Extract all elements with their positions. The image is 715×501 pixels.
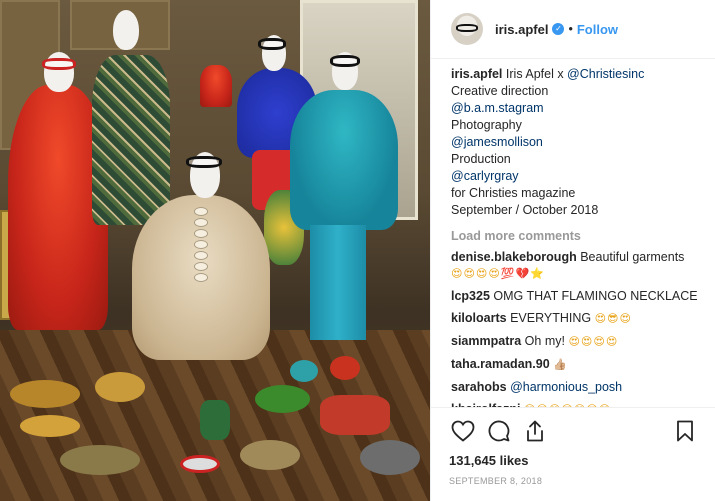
post-sidebar: iris.apfel ✓ • Follow iris.apfel Iris Ap…: [430, 0, 715, 501]
comment-text: Beautiful garments: [580, 250, 685, 264]
likes-count[interactable]: 131,645 likes: [449, 453, 699, 468]
post-date: SEPTEMBER 8, 2018: [449, 476, 543, 486]
comment-button[interactable]: [485, 417, 513, 445]
jewelry-piece: [330, 356, 360, 380]
comment-username[interactable]: denise.blakeborough: [451, 250, 577, 264]
caption-username[interactable]: iris.apfel: [451, 67, 502, 81]
bookmark-icon: [677, 420, 693, 442]
glasses-icon: [186, 156, 222, 168]
follow-button[interactable]: Follow: [577, 22, 618, 37]
cowrie-shell-necklace: [171, 205, 231, 295]
mention-link[interactable]: @Christiesinc: [567, 67, 644, 81]
author-username[interactable]: iris.apfel: [495, 22, 548, 37]
caption-line: Creative direction: [451, 84, 549, 98]
glasses-icon: [42, 58, 76, 70]
comment-text: EVERYTHING: [510, 311, 592, 325]
post-image[interactable]: [0, 0, 430, 501]
comments-list[interactable]: iris.apfel Iris Apfel x @Christiesinc Cr…: [431, 59, 715, 407]
comment-icon: [488, 420, 510, 442]
jewelry-piece: [60, 445, 140, 475]
jewelry-piece: [240, 440, 300, 470]
share-icon: [527, 420, 543, 442]
mention-link[interactable]: @harmonious_posh: [510, 380, 622, 394]
post-caption: iris.apfel Iris Apfel x @Christiesinc Cr…: [451, 66, 699, 219]
post-actions: 131,645 likes SEPTEMBER 8, 2018: [431, 407, 715, 501]
flamingo-necklace: [320, 395, 390, 435]
mention-link[interactable]: @b.a.m.stagram: [451, 101, 544, 115]
comment-emoji: 😍😍😍😍: [568, 335, 619, 348]
verified-badge-icon: ✓: [552, 23, 565, 35]
glasses-icon: [258, 38, 286, 50]
caption-line: September / October 2018: [451, 203, 599, 217]
comment-emoji: 😍😍😍😍💯💔⭐: [451, 267, 545, 280]
caption-line: Photography: [451, 118, 522, 132]
teal-fur-coat: [290, 90, 398, 230]
teal-trousers: [310, 225, 366, 340]
comment-text: Oh my!: [524, 334, 565, 348]
post-header: iris.apfel ✓ • Follow: [431, 0, 715, 59]
comment-username[interactable]: kiloloarts: [451, 311, 507, 325]
avatar[interactable]: [451, 13, 483, 45]
jewelry-piece: [95, 372, 145, 402]
save-button[interactable]: [671, 417, 699, 445]
mention-link[interactable]: @jamesmollison: [451, 135, 543, 149]
glasses-icon: [330, 55, 360, 67]
small-red-coat: [200, 65, 232, 107]
glasses-icon: [180, 455, 220, 473]
comment-username[interactable]: siammpatra: [451, 334, 521, 348]
separator-dot: •: [568, 22, 573, 36]
jewelry-piece: [10, 380, 80, 408]
post-modal: iris.apfel ✓ • Follow iris.apfel Iris Ap…: [0, 0, 715, 501]
comment: siammpatra Oh my! 😍😍😍😍: [451, 333, 699, 350]
action-icons: [449, 414, 699, 448]
load-more-comments-button[interactable]: Load more comments: [451, 229, 699, 243]
mannequin-head: [113, 10, 139, 50]
comment: denise.blakeborough Beautiful garments 😍…: [451, 249, 699, 282]
caption-text: Iris Apfel x: [505, 67, 568, 81]
comment: taha.ramadan.90 👍🏼: [451, 356, 699, 373]
jewelry-piece: [20, 415, 80, 437]
comment-emoji: 👍🏼: [553, 358, 568, 371]
figurine: [200, 400, 230, 440]
glasses-icon: [456, 24, 478, 32]
caption-line: for Christies magazine: [451, 186, 576, 200]
jewelry-piece: [290, 360, 318, 382]
embellished-green-dress: [92, 55, 170, 225]
like-button[interactable]: [449, 417, 477, 445]
comment: kiloloarts EVERYTHING 😍😎😍: [451, 310, 699, 327]
comment: lcp325 OMG THAT FLAMINGO NECKLACE: [451, 288, 699, 304]
caption-line: Production: [451, 152, 511, 166]
comment-username[interactable]: lcp325: [451, 289, 490, 303]
comment-username[interactable]: sarahobs: [451, 380, 507, 394]
mention-link[interactable]: @carlyrgray: [451, 169, 519, 183]
share-button[interactable]: [521, 417, 549, 445]
jewelry-piece: [360, 440, 420, 475]
comment-text: OMG THAT FLAMINGO NECKLACE: [493, 289, 698, 303]
comment-emoji: 😍😎😍: [594, 312, 632, 325]
comment-username[interactable]: taha.ramadan.90: [451, 357, 550, 371]
jewelry-piece: [255, 385, 310, 413]
heart-icon: [451, 420, 475, 442]
comment: sarahobs @harmonious_posh: [451, 379, 699, 395]
